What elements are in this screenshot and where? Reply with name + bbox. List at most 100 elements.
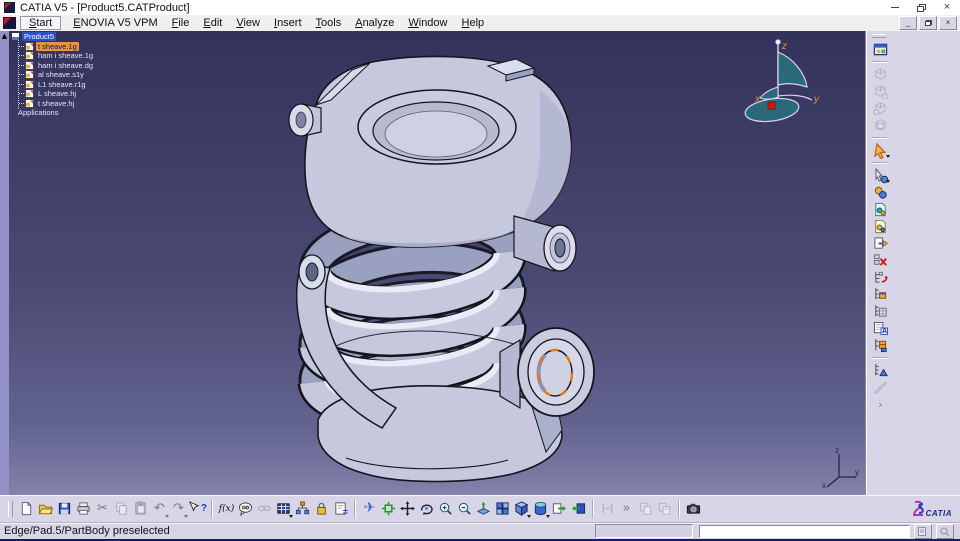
mdi-minimize-button[interactable]: _ bbox=[899, 16, 917, 30]
menu-enovia[interactable]: ENOVIA V5 VPM bbox=[66, 16, 164, 30]
tree-item[interactable]: ham i sheave.1g bbox=[19, 51, 95, 61]
toolbar-separator bbox=[872, 162, 887, 164]
paste-button[interactable] bbox=[131, 498, 150, 519]
menu-start[interactable]: Start bbox=[20, 16, 62, 30]
power-input-field[interactable] bbox=[699, 524, 910, 538]
redo-button[interactable]: ↷ bbox=[169, 498, 188, 519]
fit-all-button[interactable] bbox=[379, 498, 398, 519]
triad-z-label: z bbox=[835, 446, 839, 455]
swap-visible-space-button[interactable] bbox=[569, 498, 588, 519]
menu-window[interactable]: Window bbox=[401, 16, 454, 30]
design-table-button[interactable] bbox=[274, 498, 293, 519]
tree-item[interactable]: L1 sheave.r1g bbox=[19, 79, 95, 90]
scroll-up-icon[interactable]: ▲ bbox=[0, 31, 9, 41]
tree-root[interactable]: Product5 bbox=[11, 32, 95, 42]
hide-show-button[interactable] bbox=[550, 498, 569, 519]
status-button-2[interactable] bbox=[936, 523, 954, 539]
cut-button[interactable]: ✂ bbox=[93, 498, 112, 519]
measure-button[interactable] bbox=[871, 379, 890, 396]
selective-load-button[interactable] bbox=[871, 303, 890, 320]
fly-mode-button[interactable]: ✈ bbox=[360, 498, 379, 519]
normal-view-button[interactable] bbox=[474, 498, 493, 519]
zoom-out-button[interactable] bbox=[455, 498, 474, 519]
restore-button[interactable] bbox=[908, 0, 934, 15]
menu-file[interactable]: File bbox=[165, 16, 197, 30]
open-part-gears-button[interactable] bbox=[871, 201, 890, 218]
tree-reorder-button[interactable] bbox=[871, 269, 890, 286]
menu-tools[interactable]: Tools bbox=[309, 16, 349, 30]
toolbar-grip[interactable] bbox=[8, 500, 13, 517]
lock-button[interactable] bbox=[312, 498, 331, 519]
mdi-close-button[interactable]: × bbox=[939, 16, 957, 30]
knowledge-hierarchy-button[interactable] bbox=[293, 498, 312, 519]
rotate-button[interactable] bbox=[417, 498, 436, 519]
status-button-1[interactable] bbox=[914, 523, 932, 539]
open-folder-button[interactable] bbox=[36, 498, 55, 519]
product-window-button[interactable] bbox=[871, 41, 890, 58]
generate-numbering-button[interactable]: A bbox=[871, 320, 890, 337]
rules-editor-button[interactable]: = bbox=[331, 498, 350, 519]
new-file-button[interactable] bbox=[17, 498, 36, 519]
minimize-button[interactable] bbox=[882, 0, 908, 15]
undo-button[interactable]: ↶ bbox=[150, 498, 169, 519]
camera-snapshot-button[interactable] bbox=[684, 498, 703, 519]
restore-icon bbox=[916, 3, 926, 12]
graph-tree-reorder-button[interactable] bbox=[871, 362, 890, 379]
right-toolbar: A › bbox=[866, 31, 960, 497]
isometric-view-button[interactable] bbox=[512, 498, 531, 519]
box-tool-2-button[interactable] bbox=[871, 83, 890, 100]
toolbar-grip[interactable] bbox=[872, 34, 886, 38]
view-compass[interactable]: z y x bbox=[741, 38, 821, 130]
insert-component-button[interactable] bbox=[871, 235, 890, 252]
box-tool-3-button[interactable] bbox=[871, 100, 890, 117]
knowledge-inspector-button[interactable] bbox=[236, 498, 255, 519]
mdi-restore-button[interactable] bbox=[919, 16, 937, 30]
update-all-button[interactable] bbox=[871, 184, 890, 201]
tree-item[interactable]: t sheave.hj bbox=[19, 98, 95, 109]
select-button[interactable] bbox=[871, 142, 890, 159]
more-tools-button[interactable]: » bbox=[617, 498, 636, 519]
close-button[interactable]: × bbox=[934, 0, 960, 15]
render-style-button[interactable] bbox=[531, 498, 550, 519]
menu-analyze[interactable]: Analyze bbox=[348, 16, 401, 30]
pan-button[interactable] bbox=[398, 498, 417, 519]
paste-format-2-button[interactable] bbox=[655, 498, 674, 519]
multi-view-button[interactable] bbox=[493, 498, 512, 519]
save-part-gears-button[interactable] bbox=[871, 218, 890, 235]
tree-item[interactable]: L sheave.hj bbox=[19, 89, 95, 99]
tree-item[interactable]: al sheave.s1y bbox=[19, 70, 95, 80]
link-button[interactable] bbox=[255, 498, 274, 519]
part-icon bbox=[25, 70, 34, 80]
offset-constraint-button[interactable] bbox=[598, 498, 617, 519]
zoom-in-button[interactable] bbox=[436, 498, 455, 519]
part-icon bbox=[25, 89, 34, 99]
menu-help[interactable]: Help bbox=[455, 16, 492, 30]
viewport-3d[interactable]: Product5 t sheave.1g ham i sheave.1g ham… bbox=[9, 31, 866, 495]
copy-button[interactable] bbox=[112, 498, 131, 519]
tree-item[interactable]: t sheave.1g bbox=[19, 41, 95, 52]
menu-view[interactable]: View bbox=[229, 16, 267, 30]
smart-select-button[interactable] bbox=[871, 167, 890, 184]
formula-fx-button[interactable]: f(x) bbox=[217, 498, 236, 519]
menu-insert[interactable]: Insert bbox=[267, 16, 309, 30]
tree-item[interactable]: ham i sheave.dg bbox=[19, 60, 95, 71]
new-component-button[interactable] bbox=[871, 286, 890, 303]
manage-representations-button[interactable] bbox=[871, 337, 890, 354]
model-spring-assembly[interactable] bbox=[9, 31, 866, 495]
print-button[interactable] bbox=[74, 498, 93, 519]
compass-anchor[interactable] bbox=[767, 101, 776, 110]
box-tool-1-button[interactable] bbox=[871, 66, 890, 83]
paste-format-1-button[interactable] bbox=[636, 498, 655, 519]
tree-applications[interactable]: Applications bbox=[16, 108, 95, 118]
specification-tree[interactable]: Product5 t sheave.1g ham i sheave.1g ham… bbox=[11, 32, 95, 118]
menu-edit[interactable]: Edit bbox=[196, 16, 229, 30]
mdi-restore-icon bbox=[924, 20, 932, 26]
whats-this-help-button[interactable]: ? bbox=[188, 498, 207, 519]
toolbar-separator bbox=[678, 499, 680, 518]
more-tools-chevron[interactable]: › bbox=[871, 396, 890, 413]
delete-component-button[interactable] bbox=[871, 252, 890, 269]
box-tool-4-button[interactable] bbox=[871, 117, 890, 134]
toolbar-separator bbox=[211, 499, 213, 518]
bottom-toolbar: ✂ ↶ ↷ ? f(x) = ✈ » CATIA bbox=[0, 495, 960, 522]
save-button[interactable] bbox=[55, 498, 74, 519]
